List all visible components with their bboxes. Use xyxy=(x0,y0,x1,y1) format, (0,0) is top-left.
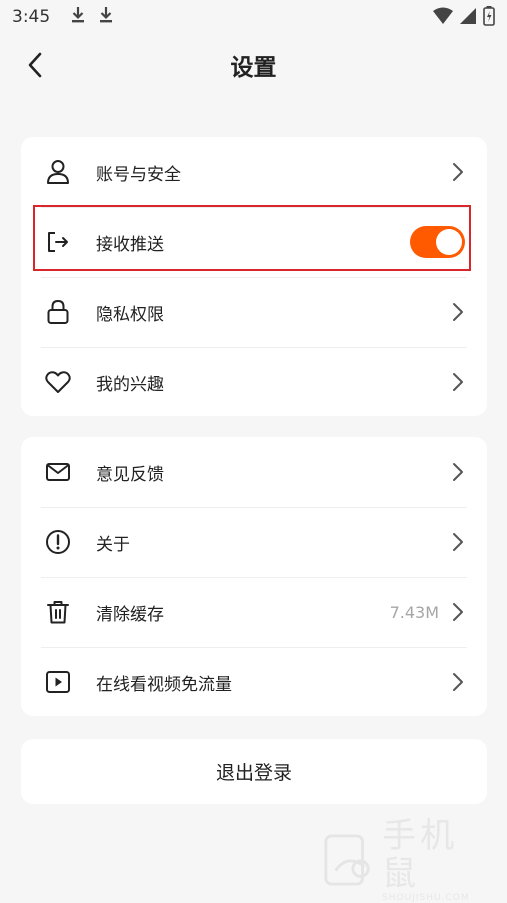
chevron-right-icon xyxy=(453,533,463,551)
row-receive-push: 接收推送 xyxy=(21,207,487,277)
watermark-en: SHOUJISHU.COM xyxy=(382,893,470,903)
chevron-left-icon xyxy=(28,52,42,78)
page-title: 设置 xyxy=(230,55,277,81)
chevron-right-icon xyxy=(453,673,463,691)
back-button[interactable] xyxy=(18,48,52,82)
info-icon xyxy=(45,529,71,555)
settings-group-account: 账号与安全 接收推送 隐私权限 我的兴趣 xyxy=(21,137,487,416)
play-video-icon xyxy=(45,669,71,695)
row-feedback[interactable]: 意见反馈 xyxy=(21,437,487,507)
chevron-right-icon xyxy=(453,603,463,621)
status-indicators xyxy=(433,6,495,30)
row-interests[interactable]: 我的兴趣 xyxy=(21,347,487,417)
chevron-right-icon xyxy=(453,163,463,181)
chevron-right-icon xyxy=(453,373,463,391)
row-about[interactable]: 关于 xyxy=(21,507,487,577)
lock-icon xyxy=(45,299,71,325)
row-privacy[interactable]: 隐私权限 xyxy=(21,277,487,347)
row-label: 我的兴趣 xyxy=(96,374,164,395)
row-free-data-video[interactable]: 在线看视频免流量 xyxy=(21,647,487,717)
person-icon xyxy=(45,159,71,185)
watermark-cn: 手机鼠 xyxy=(382,816,459,894)
watermark: 手机鼠 SHOUJISHU.COM xyxy=(322,817,492,903)
heart-icon xyxy=(45,369,71,395)
mail-icon xyxy=(45,459,71,485)
battery-icon xyxy=(483,6,495,30)
row-label: 隐私权限 xyxy=(96,304,164,325)
wifi-icon xyxy=(433,7,453,29)
row-label: 清除缓存 xyxy=(96,604,164,625)
row-label: 关于 xyxy=(96,534,130,555)
status-bar: 3:45 xyxy=(0,0,507,34)
row-label: 接收推送 xyxy=(96,234,164,255)
trash-icon xyxy=(45,599,71,625)
toggle-knob xyxy=(436,229,462,255)
cache-size: 7.43M xyxy=(389,602,439,622)
watermark-text: 手机鼠 SHOUJISHU.COM xyxy=(382,817,492,903)
download-icon xyxy=(70,6,86,29)
top-bar: 设置 xyxy=(0,34,507,96)
signal-icon xyxy=(459,7,477,29)
logout-button[interactable]: 退出登录 xyxy=(21,739,487,804)
chevron-right-icon xyxy=(453,303,463,321)
logout-arrow-icon xyxy=(45,229,71,255)
row-clear-cache[interactable]: 清除缓存 7.43M xyxy=(21,577,487,647)
row-account-security[interactable]: 账号与安全 xyxy=(21,137,487,207)
row-label: 在线看视频免流量 xyxy=(96,674,232,695)
push-toggle[interactable] xyxy=(410,226,465,258)
row-label: 账号与安全 xyxy=(96,164,181,185)
chevron-right-icon xyxy=(453,463,463,481)
status-time: 3:45 xyxy=(12,7,51,27)
row-label: 意见反馈 xyxy=(96,464,164,485)
settings-group-general: 意见反馈 关于 清除缓存 7.43M 在线看视频免流量 xyxy=(21,437,487,716)
download-icon xyxy=(98,6,114,29)
watermark-logo-icon xyxy=(324,834,370,886)
